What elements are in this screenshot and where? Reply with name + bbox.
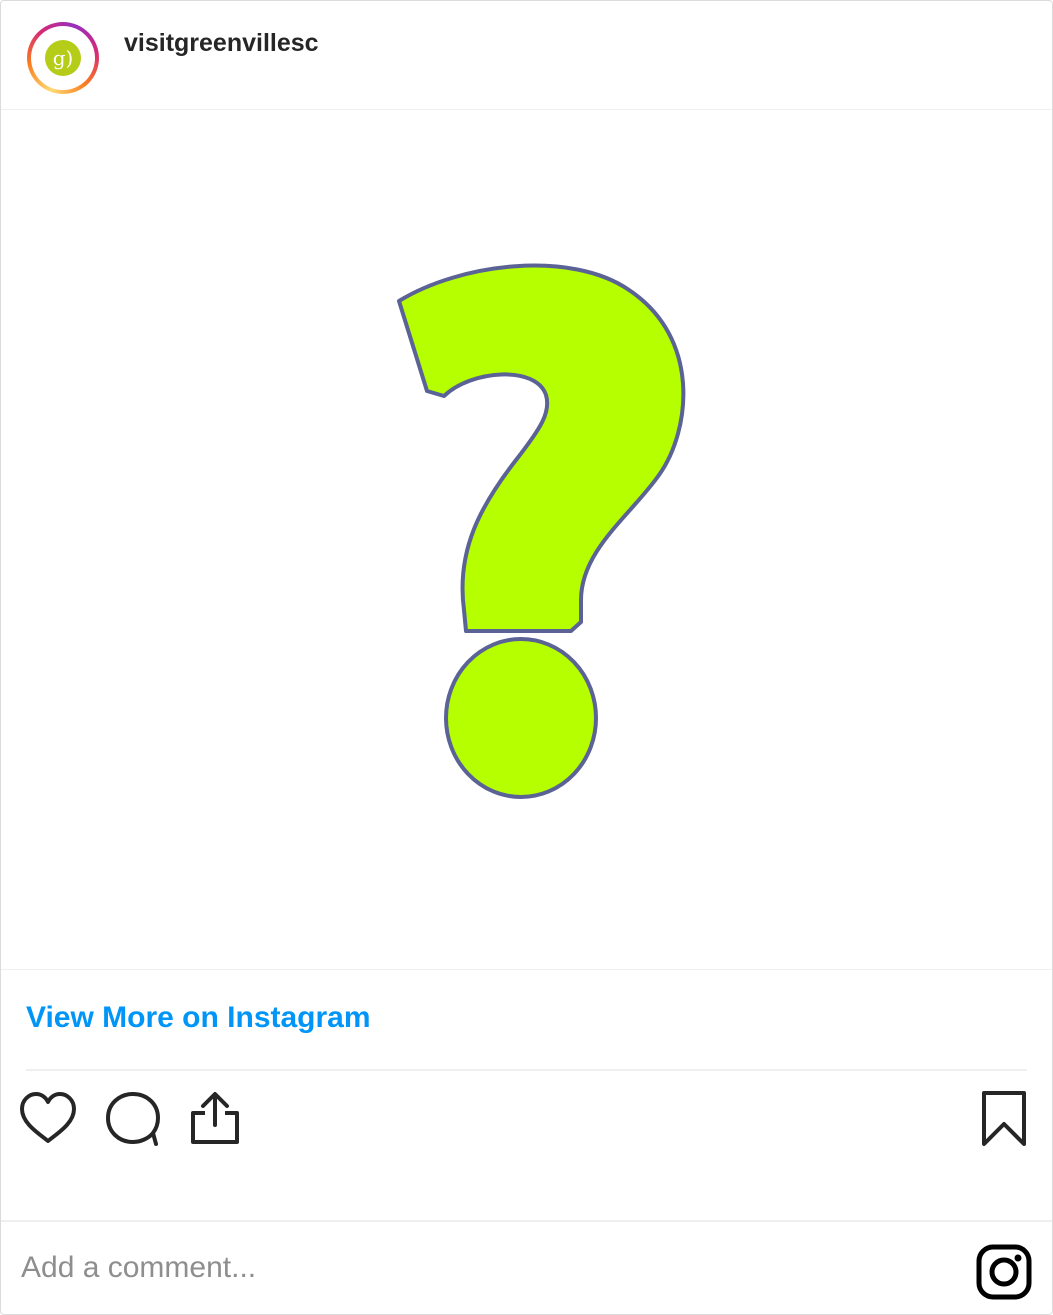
post-image[interactable] — [1, 110, 1052, 970]
comment-bar — [1, 1220, 1052, 1314]
question-mark-graphic — [397, 263, 686, 799]
avatar[interactable]: g) — [27, 22, 99, 94]
post-header: g) visitgreenvillesc — [1, 1, 1052, 110]
username[interactable]: visitgreenvillesc — [124, 29, 319, 58]
avatar-logo: g) — [45, 40, 81, 76]
view-more-link[interactable]: View More on Instagram — [26, 1001, 371, 1035]
instagram-icon[interactable] — [976, 1244, 1032, 1300]
instagram-embed-card: g) visitgreenvillesc View More on Instag… — [0, 0, 1053, 1315]
comment-icon[interactable] — [103, 1089, 163, 1149]
question-mark-dot — [444, 637, 598, 799]
question-mark-hook — [397, 263, 686, 633]
heart-icon[interactable] — [18, 1089, 78, 1149]
bookmark-icon[interactable] — [974, 1089, 1034, 1149]
avatar-inner: g) — [31, 26, 95, 90]
divider — [26, 1069, 1027, 1071]
share-icon[interactable] — [185, 1089, 245, 1149]
add-comment-input[interactable] — [21, 1248, 921, 1288]
